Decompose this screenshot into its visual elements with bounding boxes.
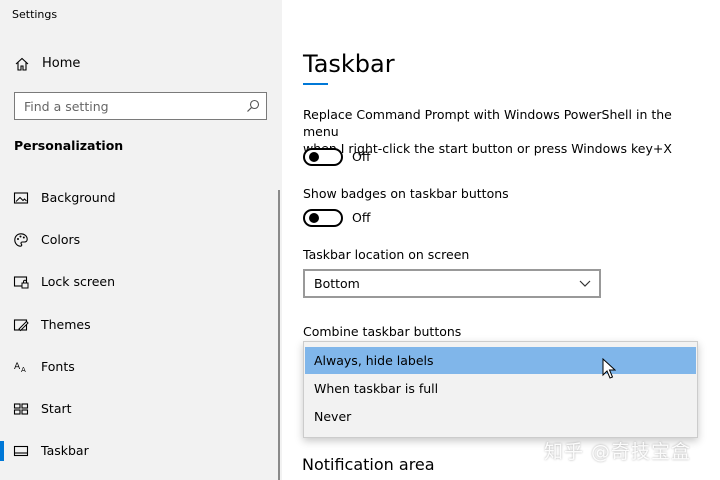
dropdown-option-never[interactable]: Never [305,403,696,430]
chevron-down-icon [579,280,591,287]
sidebar-item-background[interactable]: Background [0,181,282,215]
sidebar-scrollbar[interactable] [278,190,280,480]
sidebar-item-start[interactable]: Start [0,392,282,426]
sidebar-item-fonts[interactable]: A A Fonts [0,350,282,384]
toggle-knob [309,213,319,223]
powershell-toggle-state: Off [352,149,371,164]
lock-screen-icon [13,276,29,289]
sidebar-item-label: Themes [41,317,91,332]
palette-icon [14,233,28,247]
start-icon [13,403,29,415]
home-icon [15,57,29,71]
image-icon [13,192,29,204]
home-nav-item[interactable]: Home [0,48,282,80]
sidebar-item-label: Fonts [41,359,75,374]
dropdown-option-when-full[interactable]: When taskbar is full [305,375,696,402]
taskbar-icon [13,445,29,457]
watermark: 知乎 @奇技宝盒 [544,441,692,463]
sidebar-item-taskbar[interactable]: Taskbar [0,434,282,468]
combine-buttons-dropdown[interactable]: Always, hide labels When taskbar is full… [303,341,698,438]
taskbar-location-select[interactable]: Bottom [303,269,601,298]
window-title: Settings [12,8,58,21]
search-placeholder: Find a setting [24,99,109,114]
badges-toggle-state: Off [352,210,371,225]
svg-text:A: A [21,366,26,374]
badges-toggle[interactable] [303,209,343,227]
powershell-toggle[interactable] [303,148,343,166]
toggle-knob [309,152,319,162]
dropdown-option-always-hide-labels[interactable]: Always, hide labels [305,347,696,374]
badges-setting-label: Show badges on taskbar buttons [303,186,509,201]
dropdown-option-label: Always, hide labels [314,353,434,368]
sidebar-item-label: Taskbar [41,443,89,458]
sidebar: Settings Home Find a setting Personaliza… [0,0,282,480]
dropdown-option-label: When taskbar is full [314,381,439,396]
powershell-label-line1: Replace Command Prompt with Windows Powe… [303,107,672,139]
sidebar-item-colors[interactable]: Colors [0,223,282,257]
sidebar-item-lock-screen[interactable]: Lock screen [0,265,282,299]
sidebar-item-label: Colors [41,232,81,247]
section-title: Personalization [14,138,124,153]
search-icon [247,99,260,112]
page-title: Taskbar [303,50,395,78]
location-setting-label: Taskbar location on screen [303,247,470,262]
sidebar-item-label: Lock screen [41,274,116,289]
sidebar-item-label: Background [41,190,116,205]
notification-area-heading: Notification area [302,455,435,474]
themes-icon [13,319,29,332]
combine-setting-label: Combine taskbar buttons [303,324,462,339]
title-underline [303,83,328,85]
taskbar-location-value: Bottom [314,276,360,291]
dropdown-option-label: Never [314,409,352,424]
fonts-icon: A A [14,362,26,374]
sidebar-item-label: Start [41,401,72,416]
svg-text:A: A [14,362,21,372]
search-input[interactable]: Find a setting [14,92,267,120]
home-label: Home [42,56,81,71]
mouse-cursor-icon [602,358,616,379]
sidebar-item-themes[interactable]: Themes [0,308,282,342]
